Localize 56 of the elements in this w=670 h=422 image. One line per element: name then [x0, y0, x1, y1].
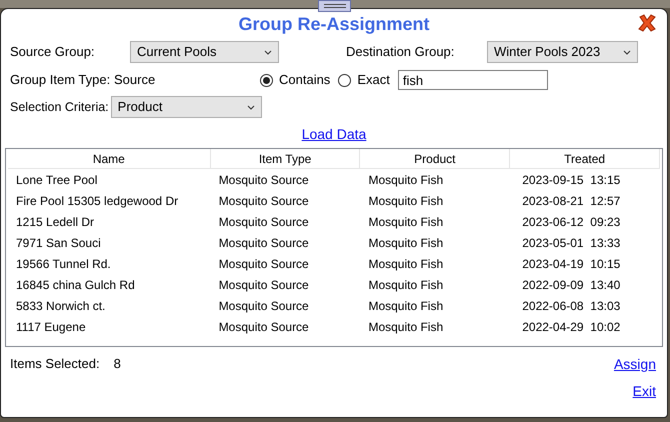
selection-criteria-dropdown[interactable]: Product: [110, 96, 262, 118]
column-header[interactable]: Name: [8, 149, 211, 168]
load-data-link[interactable]: Load Data: [302, 124, 366, 144]
column-header[interactable]: Item Type: [210, 149, 360, 168]
table-cell-text: Mosquito Source: [218, 214, 310, 230]
field-value: Source: [114, 71, 156, 90]
table-cell-text: 19566 Tunnel Rd.: [15, 256, 112, 272]
table-cell-text: Mosquito Fish: [367, 276, 444, 294]
table-cell-text: 2022-06-08 13:03: [521, 298, 622, 314]
dropdown-value: Winter Pools 2023: [494, 43, 600, 62]
field-label: Source Group:: [10, 43, 96, 62]
table-cell-text: Mosquito Fish: [367, 234, 444, 252]
assign-link[interactable]: Assign: [614, 354, 656, 374]
table-cell-text: 2023-05-01 13:33: [521, 234, 622, 252]
table-cell-text: Mosquito Fish: [367, 318, 444, 336]
table-cell-text: Mosquito Fish: [367, 214, 444, 230]
table-cell-text: 2022-09-09 13:40: [521, 276, 622, 294]
table-cell-text: Mosquito Source: [218, 276, 310, 294]
search-field[interactable]: fish: [398, 70, 548, 90]
table-cell-text: Fire Pool 15305 ledgewood Dr: [15, 192, 180, 210]
table-cell-text: Mosquito Source: [218, 318, 310, 336]
field-label: Selection Criteria:: [10, 98, 109, 116]
field-label: Group Item Type:: [10, 71, 112, 90]
dialog-title: Group Re-Assignment: [238, 12, 430, 36]
table-cell-text: 2023-04-19 10:15: [521, 256, 622, 272]
table-cell-text: 2023-09-15 13:15: [521, 172, 622, 188]
table-cell-text: 2023-06-12 09:23: [521, 214, 622, 230]
field-label: Destination Group:: [346, 43, 456, 62]
table-cell-text: Mosquito Source: [218, 172, 310, 188]
dropdown-value: Current Pools: [137, 43, 216, 62]
table-cell-text: Mosquito Source: [218, 192, 310, 210]
table-cell-text: Mosquito Source: [218, 298, 310, 314]
table-cell-text: 1117 Eugene: [15, 318, 87, 336]
table-cell-text: Mosquito Fish: [367, 298, 444, 314]
table-cell-text: Lone Tree Pool: [15, 172, 98, 188]
source-group-dropdown[interactable]: Current Pools: [130, 41, 279, 63]
items-selected-count: 8: [114, 355, 121, 374]
table-cell-text: 2022-04-29 10:02: [521, 318, 622, 336]
column-header[interactable]: Product: [360, 149, 510, 168]
table-cell-text: 5833 Norwich ct.: [15, 298, 106, 314]
table-cell-text: Mosquito Fish: [367, 192, 444, 210]
items-selected-label: Items Selected:: [10, 355, 100, 374]
exit-link[interactable]: Exit: [632, 380, 656, 402]
dropdown-value: Product: [118, 98, 162, 116]
table-cell-text: 7971 San Souci: [15, 234, 102, 252]
destination-group-dropdown[interactable]: Winter Pools 2023: [487, 41, 638, 63]
table-cell-text: 2023-08-21 12:57: [521, 192, 622, 210]
table-cell-text: Mosquito Source: [218, 256, 310, 272]
table-cell-text: 16845 china Gulch Rd: [15, 276, 136, 294]
table-cell-text: Mosquito Source: [218, 234, 310, 252]
column-header[interactable]: Treated: [510, 149, 660, 168]
table-cell-text: Mosquito Fish: [367, 172, 444, 188]
radio-label: Exact: [357, 71, 390, 90]
table-cell-text: Mosquito Fish: [367, 256, 444, 272]
table-cell-text: 1215 Ledell Dr: [15, 214, 96, 230]
radio-label: Contains: [279, 71, 330, 90]
